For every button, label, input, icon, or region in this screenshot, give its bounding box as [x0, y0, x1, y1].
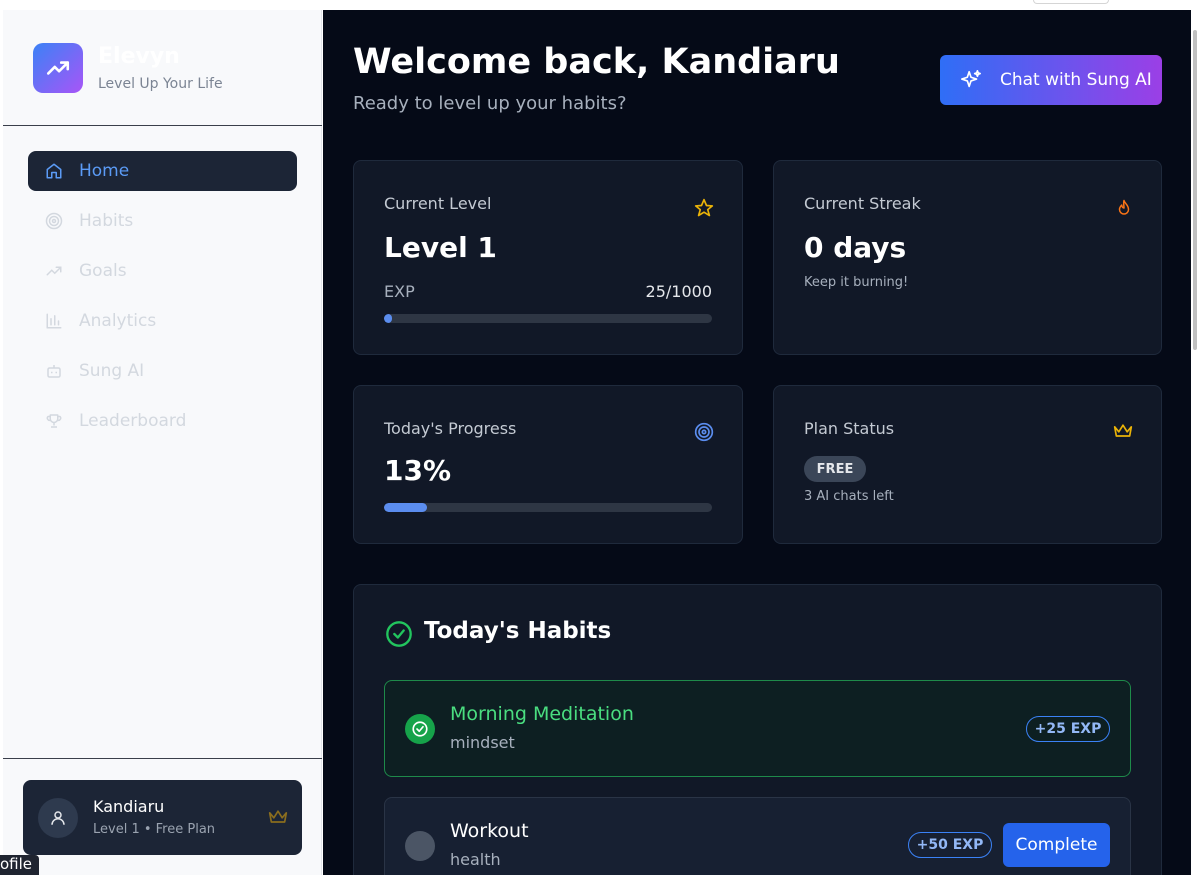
- plan-label: Plan Status: [804, 419, 895, 438]
- complete-habit-button[interactable]: Complete: [1003, 823, 1110, 867]
- sidebar-item-analytics[interactable]: Analytics: [28, 301, 297, 341]
- brand-header: Elevyn Level Up Your Life: [3, 10, 322, 126]
- profile-tooltip: ofile: [0, 855, 39, 875]
- habit-exp-badge: +25 EXP: [1026, 716, 1110, 742]
- level-card: Current Level Level 1 EXP 25/1000: [353, 160, 743, 355]
- habit-category: mindset: [450, 733, 515, 752]
- exp-progress-fill: [384, 314, 393, 323]
- sidebar: Elevyn Level Up Your Life Home Habits Go…: [3, 10, 322, 875]
- profile-divider: [3, 758, 322, 759]
- brand-tagline: Level Up Your Life: [98, 76, 223, 92]
- habit-item[interactable]: Morning Meditation mindset +25 EXP: [384, 680, 1131, 777]
- progress-label: Today's Progress: [384, 419, 517, 438]
- profile-name: Kandiaru: [93, 797, 165, 816]
- flame-icon: [1115, 198, 1133, 222]
- plan-badge: FREE: [804, 456, 866, 482]
- habit-category: health: [450, 850, 501, 869]
- page-title: Welcome back, Kandiaru: [353, 42, 840, 82]
- progress-value: 13%: [384, 454, 452, 487]
- star-icon: [694, 198, 714, 222]
- page-subtitle: Ready to level up your habits?: [353, 93, 627, 114]
- habit-todo-checkbox[interactable]: [405, 831, 435, 861]
- brand-name: Elevyn: [98, 44, 180, 69]
- sidebar-nav: Home Habits Goals Analytics Sung AI Lead…: [28, 151, 297, 451]
- check-circle-icon: [385, 620, 413, 652]
- sidebar-item-label: Habits: [79, 211, 134, 231]
- todays-habits-section: Today's Habits Morning Meditation mindse…: [353, 584, 1162, 875]
- sidebar-item-label: Leaderboard: [79, 411, 187, 431]
- exp-progress-bar: [384, 314, 712, 323]
- daily-progress-fill: [384, 503, 427, 512]
- sparkles-icon: [960, 69, 982, 91]
- sidebar-item-goals[interactable]: Goals: [28, 251, 297, 291]
- bot-icon: [44, 361, 64, 381]
- daily-progress-bar: [384, 503, 712, 512]
- bar-chart-icon: [44, 311, 64, 331]
- level-value: Level 1: [384, 231, 497, 264]
- streak-value: 0 days: [804, 231, 907, 264]
- sidebar-item-habits[interactable]: Habits: [28, 201, 297, 241]
- habit-name: Workout: [450, 820, 529, 842]
- profile-card[interactable]: Kandiaru Level 1 • Free Plan: [23, 780, 302, 855]
- target-icon: [694, 422, 714, 446]
- exp-label: EXP: [384, 282, 415, 301]
- habit-exp-badge: +50 EXP: [908, 832, 992, 858]
- streak-note: Keep it burning!: [804, 275, 909, 290]
- browser-tab-edge: [1033, 0, 1109, 4]
- profile-plan: Level 1 • Free Plan: [93, 822, 216, 837]
- scrollbar-thumb[interactable]: [1193, 30, 1197, 350]
- trophy-icon: [44, 411, 64, 431]
- progress-card: Today's Progress 13%: [353, 385, 743, 544]
- target-icon: [44, 211, 64, 231]
- sidebar-item-home[interactable]: Home: [28, 151, 297, 191]
- sidebar-item-label: Analytics: [79, 311, 157, 331]
- exp-value: 25/1000: [645, 282, 712, 301]
- sidebar-item-label: Home: [79, 161, 130, 181]
- sidebar-item-leaderboard[interactable]: Leaderboard: [28, 401, 297, 441]
- sidebar-item-sung-ai[interactable]: Sung AI: [28, 351, 297, 391]
- level-label: Current Level: [384, 194, 492, 213]
- page-scrollbar[interactable]: [1191, 10, 1199, 875]
- streak-label: Current Streak: [804, 194, 921, 213]
- habits-title: Today's Habits: [424, 618, 612, 644]
- chat-with-ai-button[interactable]: Chat with Sung AI: [940, 55, 1162, 105]
- avatar: [38, 798, 78, 838]
- plan-card: Plan Status FREE 3 AI chats left: [773, 385, 1162, 544]
- ai-chats-left: 3 AI chats left: [804, 489, 894, 504]
- crown-icon: [1113, 422, 1133, 444]
- brand-logo-icon[interactable]: [33, 43, 83, 93]
- trend-icon: [44, 261, 64, 281]
- chat-button-label: Chat with Sung AI: [1000, 70, 1152, 90]
- crown-icon: [268, 808, 288, 830]
- streak-card: Current Streak 0 days Keep it burning!: [773, 160, 1162, 355]
- home-icon: [44, 161, 64, 181]
- habit-item[interactable]: Workout health +50 EXP Complete: [384, 797, 1131, 875]
- main-content: Welcome back, Kandiaru Ready to level up…: [323, 10, 1191, 875]
- habit-name: Morning Meditation: [450, 703, 634, 725]
- habit-done-checkbox[interactable]: [405, 714, 435, 744]
- browser-top-strip: [0, 0, 1199, 10]
- sidebar-item-label: Goals: [79, 261, 127, 281]
- sidebar-item-label: Sung AI: [79, 361, 145, 381]
